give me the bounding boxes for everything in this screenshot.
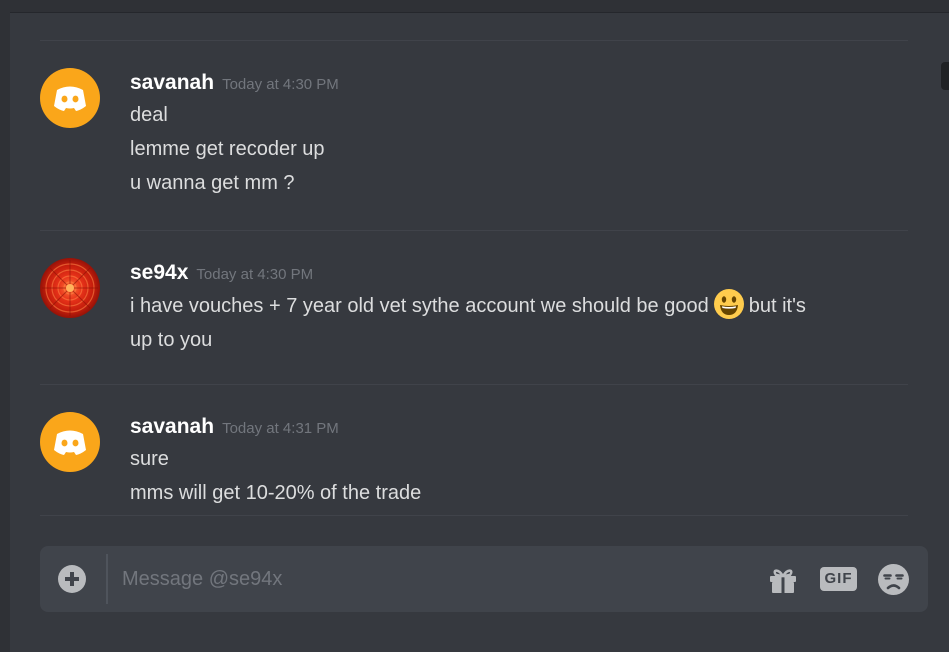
- top-header-edge: [0, 0, 949, 12]
- timestamp: Today at 4:30 PM: [196, 266, 314, 283]
- message-text: but it's: [748, 295, 806, 317]
- discord-logo-icon[interactable]: [40, 412, 100, 472]
- message-divider: [40, 40, 908, 41]
- message-input[interactable]: [122, 558, 722, 600]
- timestamp: Today at 4:30 PM: [222, 76, 339, 93]
- emoji-picker-icon[interactable]: [877, 563, 910, 596]
- message-header: savanah Today at 4:30 PM: [130, 68, 870, 98]
- left-panel-edge: [0, 0, 10, 652]
- discord-logo-icon[interactable]: [40, 68, 100, 128]
- scrollbar-thumb[interactable]: [941, 62, 949, 90]
- message-line: sure: [130, 448, 169, 470]
- gift-icon[interactable]: [768, 566, 798, 594]
- message-line: deal: [130, 104, 168, 126]
- dm-chat-window: savanah Today at 4:30 PM deal lemme get …: [0, 0, 949, 652]
- message-body: se94x Today at 4:30 PM i have vouches + …: [130, 258, 870, 357]
- message-divider: [40, 230, 908, 231]
- message-divider: [40, 515, 908, 516]
- plus-circle-icon[interactable]: [58, 565, 86, 593]
- message-composer: GIF: [40, 546, 928, 612]
- message-line: up to you: [130, 329, 213, 351]
- message-body: savanah Today at 4:31 PM sure mms will g…: [130, 412, 870, 510]
- gif-button[interactable]: GIF: [820, 567, 857, 591]
- message-header: savanah Today at 4:31 PM: [130, 412, 870, 442]
- red-flower-avatar[interactable]: [40, 258, 100, 318]
- username[interactable]: savanah: [130, 412, 214, 442]
- message-line: i have vouches + 7 year old vet sythe ac…: [130, 288, 870, 323]
- username[interactable]: se94x: [130, 258, 188, 288]
- username[interactable]: savanah: [130, 68, 214, 98]
- message-list: savanah Today at 4:30 PM deal lemme get …: [10, 12, 939, 516]
- composer-divider: [106, 554, 108, 604]
- smiley-emoji-icon[interactable]: [713, 288, 745, 320]
- message-body: savanah Today at 4:30 PM deal lemme get …: [130, 68, 870, 200]
- message-header: se94x Today at 4:30 PM: [130, 258, 870, 288]
- message-line: lemme get recoder up: [130, 138, 325, 160]
- timestamp: Today at 4:31 PM: [222, 420, 339, 437]
- message-line: u wanna get mm ?: [130, 172, 295, 194]
- message-text: i have vouches + 7 year old vet sythe ac…: [130, 295, 709, 317]
- message-line: mms will get 10-20% of the trade: [130, 482, 422, 504]
- message-divider: [40, 384, 908, 385]
